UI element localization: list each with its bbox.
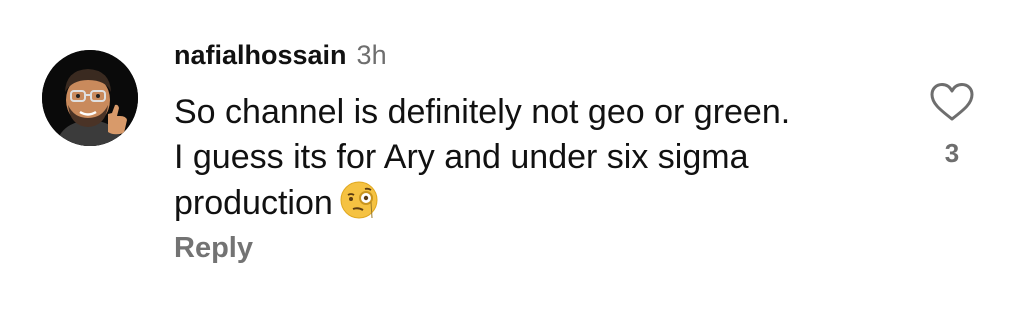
comment-text: So channel is definitely not geo or gree… bbox=[174, 90, 894, 226]
username[interactable]: nafialhossain bbox=[174, 40, 347, 71]
avatar[interactable] bbox=[42, 50, 138, 146]
like-count: 3 bbox=[944, 138, 960, 168]
avatar-memoji-image bbox=[42, 50, 138, 146]
comment-text-line: I guess its for Ary and under six sigma bbox=[174, 138, 749, 176]
like-area: 3 bbox=[920, 82, 984, 169]
comment-meta: nafialhossain 3h bbox=[174, 40, 904, 82]
comment-content: nafialhossain 3h So channel is definitel… bbox=[174, 40, 904, 226]
comment-text-line-text: production bbox=[174, 184, 333, 222]
heart-outline-icon[interactable] bbox=[920, 82, 984, 122]
timestamp[interactable]: 3h bbox=[357, 40, 387, 71]
comment-text-line: production bbox=[174, 180, 894, 226]
face-with-monocle-icon bbox=[339, 180, 379, 220]
reply-button[interactable]: Reply bbox=[174, 232, 253, 265]
comment: nafialhossain 3h So channel is definitel… bbox=[0, 0, 1024, 320]
comment-text-line: So channel is definitely not geo or gree… bbox=[174, 93, 791, 131]
